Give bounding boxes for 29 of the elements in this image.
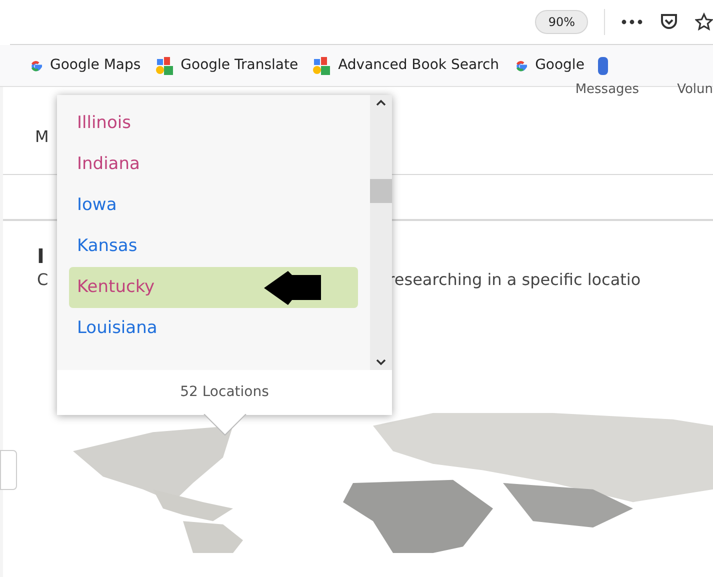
scroll-down-icon[interactable] [376,358,386,366]
star-icon[interactable] [695,12,713,32]
location-option[interactable]: Kentucky [69,267,358,308]
scrollbar[interactable] [370,95,392,370]
description-text: C [37,269,48,291]
arrow-icon [264,270,322,304]
location-option[interactable]: Iowa [69,185,358,226]
nav-link[interactable]: Volun [677,85,713,99]
bookmark-favicon-icon[interactable] [598,56,608,74]
description-text: researching in a specific locatio [388,269,641,291]
bookmark-link[interactable]: Google Maps [28,55,141,76]
scrollbar-thumb[interactable] [370,179,392,203]
scroll-up-icon[interactable] [376,99,386,107]
heading: I [37,244,44,268]
colored-blocks-icon [154,56,175,74]
bookmark-link[interactable]: Google [513,55,584,76]
more-options-icon[interactable] [621,19,643,25]
location-option[interactable]: Illinois [69,103,358,144]
bookmark-link[interactable]: Advanced Book Search [312,55,500,76]
location-count: 52 Locations [180,383,269,402]
tab-label[interactable]: M [35,124,49,148]
bookmark-link[interactable]: Google Translate [154,55,298,76]
location-option[interactable]: Kansas [69,226,358,267]
location-option[interactable]: Indiana [69,144,358,185]
colored-blocks-icon [312,56,332,74]
zoom-level-badge[interactable]: 90% [535,10,588,34]
location-option[interactable]: Louisiana [69,308,358,349]
pocket-icon[interactable] [659,12,679,32]
nav-link[interactable]: Messages [575,85,640,99]
